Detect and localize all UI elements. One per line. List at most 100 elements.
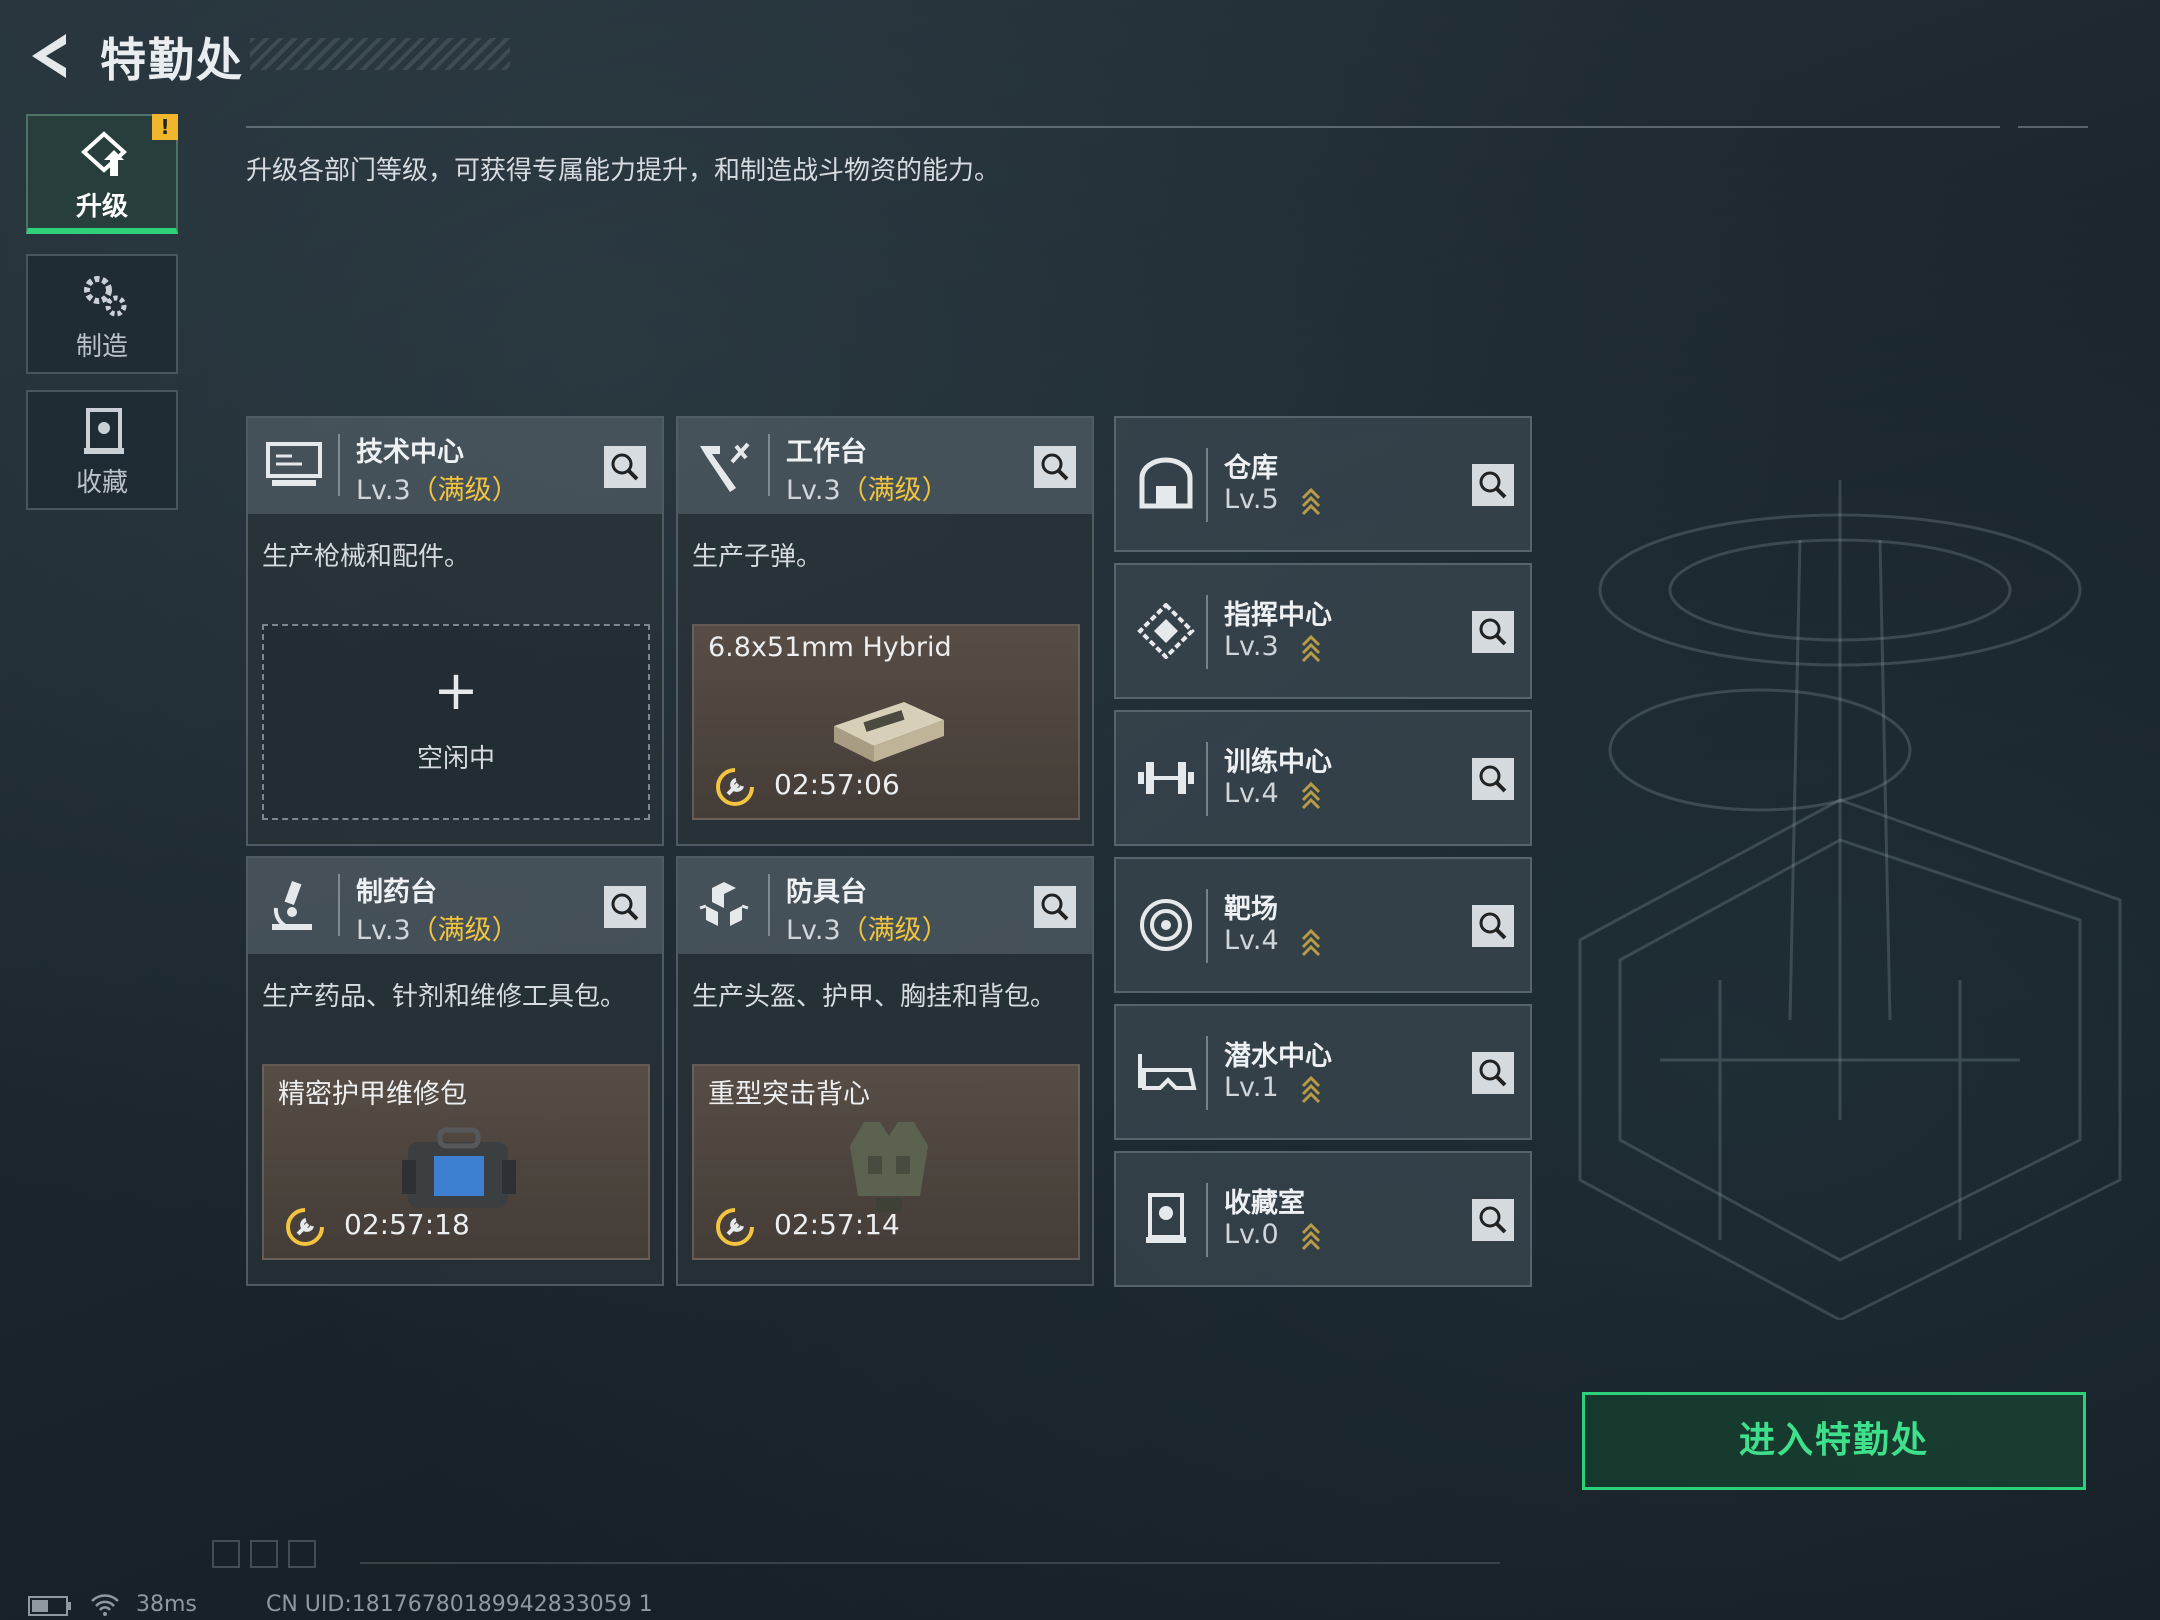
- wifi-icon: [91, 1594, 119, 1616]
- title-decoration: [250, 38, 510, 70]
- facility-card-collection-room[interactable]: 收藏室 Lv.0: [1114, 1151, 1532, 1287]
- upgrade-chevron-icon: [1302, 1222, 1321, 1250]
- upgrade-icon: [81, 131, 127, 176]
- station-description: 生产头盔、护甲、胸挂和背包。: [692, 982, 1057, 1012]
- footer-line: [360, 1562, 1500, 1564]
- facility-name: 靶场: [1224, 894, 1278, 925]
- wrench-timer-icon: [716, 1208, 754, 1246]
- divider: [246, 126, 2000, 128]
- facility-name: 仓库: [1224, 453, 1278, 484]
- upgrade-chevron-icon: [1302, 928, 1321, 956]
- command-icon: [1137, 603, 1195, 659]
- separator: [1206, 448, 1208, 522]
- nav-label: 收藏: [75, 468, 128, 498]
- dumbbell-icon: [1138, 762, 1194, 794]
- search-icon[interactable]: [1472, 1052, 1514, 1094]
- facility-card-diving-center[interactable]: 潜水中心 Lv.1: [1114, 1004, 1532, 1140]
- station-card-tech-center[interactable]: 技术中心 Lv.3（满级） 生产枪械和配件。 + 空闲中: [246, 416, 664, 846]
- separator: [1206, 595, 1208, 669]
- separator: [768, 434, 770, 496]
- facility-card-shooting-range[interactable]: 靶场 Lv.4: [1114, 857, 1532, 993]
- production-slot[interactable]: 6.8x51mm Hybrid 02:57:06: [692, 624, 1080, 820]
- timer: 02:57:18: [344, 1208, 470, 1241]
- separator: [338, 434, 340, 496]
- separator: [1206, 1183, 1208, 1257]
- station-name: 技术中心: [356, 437, 464, 468]
- facility-level: Lv.3: [1224, 631, 1321, 663]
- timer: 02:57:06: [774, 768, 900, 801]
- separator: [338, 874, 340, 936]
- target-icon: [1140, 899, 1192, 951]
- station-name: 防具台: [786, 877, 867, 908]
- cubes-icon: [699, 882, 749, 926]
- search-icon[interactable]: [1472, 758, 1514, 800]
- station-description: 生产枪械和配件。: [262, 542, 471, 572]
- microscope-icon: [272, 880, 312, 930]
- vest-icon: [850, 1122, 928, 1212]
- item-name: 精密护甲维修包: [278, 1079, 467, 1110]
- footer-decoration: [288, 1540, 316, 1568]
- facility-name: 收藏室: [1224, 1188, 1305, 1219]
- search-icon[interactable]: [1472, 905, 1514, 947]
- wrench-timer-icon: [286, 1208, 324, 1246]
- production-slot[interactable]: 重型突击背心 02:57:14: [692, 1064, 1080, 1260]
- facility-level: Lv.5: [1224, 484, 1321, 516]
- nav-tab-craft[interactable]: 制造: [26, 254, 178, 374]
- facility-level: Lv.1: [1224, 1072, 1321, 1104]
- separator: [1206, 742, 1208, 816]
- battery-icon: [28, 1596, 71, 1616]
- hammer-icon: [700, 442, 750, 492]
- footer-decoration: [250, 1540, 278, 1568]
- page-description: 升级各部门等级，可获得专属能力提升，和制造战斗物资的能力。: [246, 156, 1001, 186]
- production-slot[interactable]: 精密护甲维修包 02:57:18: [262, 1064, 650, 1260]
- nav-tab-upgrade[interactable]: ! 升级: [26, 114, 178, 234]
- station-name: 制药台: [356, 877, 437, 908]
- station-level: Lv.3（满级）: [786, 915, 949, 946]
- collection-icon: [1146, 1193, 1186, 1243]
- separator: [768, 874, 770, 936]
- repair-kit-icon: [402, 1127, 516, 1208]
- base-blueprint-graphic: [1578, 480, 2122, 1320]
- upgrade-chevron-icon: [1302, 781, 1321, 809]
- station-level: Lv.3（满级）: [786, 475, 949, 506]
- facility-card-training-center[interactable]: 训练中心 Lv.4: [1114, 710, 1532, 846]
- search-icon[interactable]: [604, 886, 646, 928]
- separator: [1206, 1036, 1208, 1110]
- station-card-workbench[interactable]: 工作台 Lv.3（满级） 生产子弹。 6.8x51mm Hybrid 02:57…: [676, 416, 1094, 846]
- station-card-armory[interactable]: 防具台 Lv.3（满级） 生产头盔、护甲、胸挂和背包。 重型突击背心 02:57…: [676, 856, 1094, 1286]
- station-description: 生产药品、针剂和维修工具包。: [262, 982, 627, 1012]
- item-name: 重型突击背心: [708, 1079, 870, 1110]
- search-icon[interactable]: [1472, 464, 1514, 506]
- facility-card-warehouse[interactable]: 仓库 Lv.5: [1114, 416, 1532, 552]
- uid-text: CN UID:18176780189942833059 1: [266, 1592, 653, 1617]
- upgrade-chevron-icon: [1302, 1075, 1321, 1103]
- station-card-pharmacy[interactable]: 制药台 Lv.3（满级） 生产药品、针剂和维修工具包。 精密护甲维修包 02:5…: [246, 856, 664, 1286]
- facility-name: 指挥中心: [1224, 600, 1332, 631]
- search-icon[interactable]: [604, 446, 646, 488]
- warehouse-icon: [1139, 457, 1193, 509]
- item-name: 6.8x51mm Hybrid: [708, 632, 952, 663]
- nav-label: 制造: [75, 332, 128, 362]
- facility-card-command-center[interactable]: 指挥中心 Lv.3: [1114, 563, 1532, 699]
- production-slot-idle[interactable]: + 空闲中: [262, 624, 650, 820]
- search-icon[interactable]: [1034, 886, 1076, 928]
- facility-name: 潜水中心: [1224, 1041, 1332, 1072]
- monitor-icon: [266, 442, 322, 486]
- footer-decoration: [212, 1540, 240, 1568]
- search-icon[interactable]: [1472, 611, 1514, 653]
- enter-special-ops-button[interactable]: 进入特勤处: [1582, 1392, 2086, 1490]
- page-title: 特勤处: [100, 33, 244, 87]
- nav-tab-collection[interactable]: 收藏: [26, 390, 178, 510]
- timer: 02:57:14: [774, 1208, 900, 1241]
- back-arrow-icon[interactable]: [26, 30, 76, 82]
- search-icon[interactable]: [1472, 1199, 1514, 1241]
- station-name: 工作台: [786, 437, 867, 468]
- station-level: Lv.3（满级）: [356, 475, 519, 506]
- search-icon[interactable]: [1034, 446, 1076, 488]
- gears-icon: [84, 276, 127, 317]
- wrench-timer-icon: [716, 768, 754, 806]
- collection-icon: [84, 408, 124, 454]
- station-level: Lv.3（满级）: [356, 915, 519, 946]
- station-description: 生产子弹。: [692, 542, 823, 572]
- separator: [1206, 889, 1208, 963]
